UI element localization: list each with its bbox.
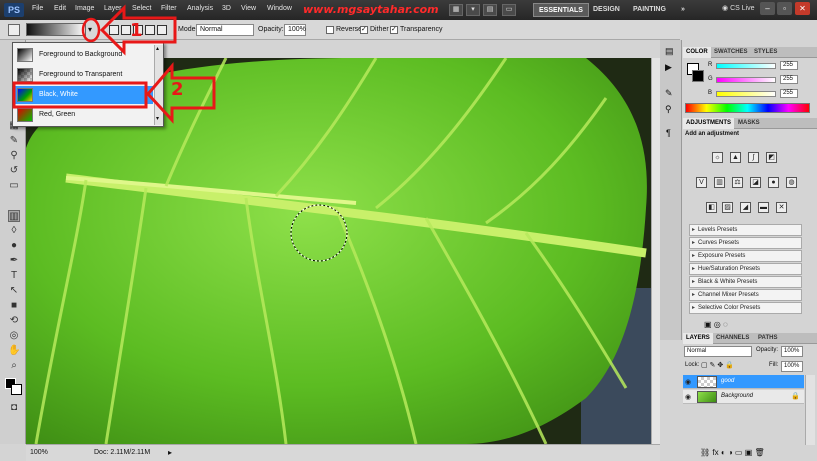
clone-source-icon[interactable]: ⚲: [665, 104, 672, 115]
color-spectrum-bar[interactable]: [685, 103, 810, 113]
layer-name: Background: [721, 393, 754, 399]
layers-panel-tabs: LAYERS CHANNELS PATHS: [683, 333, 817, 344]
collapsed-panel-strip: ▤ ▶ ✎ ⚲ ¶: [660, 40, 682, 340]
preset-selective-color[interactable]: Selective Color Presets: [689, 302, 802, 314]
preset-exposure[interactable]: Exposure Presets: [689, 250, 802, 262]
exposure-icon[interactable]: ◩: [766, 152, 777, 163]
black-white-icon[interactable]: ◪: [750, 177, 761, 188]
preset-hue-saturation[interactable]: Hue/Saturation Presets: [689, 263, 802, 275]
tab-layers[interactable]: LAYERS: [683, 333, 713, 344]
adjustment-panel-footer-icons[interactable]: ▣ ◎ ◌: [704, 320, 728, 329]
history-panel-icon[interactable]: ▤: [665, 46, 674, 57]
adjustments-panel-tabs: ADJUSTMENTS MASKS: [683, 118, 817, 129]
brightness-icon[interactable]: ☼: [712, 152, 723, 163]
tab-masks[interactable]: MASKS: [735, 118, 763, 129]
layer-opacity-label: Opacity:: [756, 347, 779, 353]
vibrance-icon[interactable]: V: [696, 177, 707, 188]
adjustments-title: Add an adjustment: [685, 131, 740, 137]
fill-label: Fill:: [769, 362, 779, 368]
tab-channels[interactable]: CHANNELS: [713, 333, 752, 344]
green-value[interactable]: 255: [780, 75, 798, 84]
actions-panel-icon[interactable]: ▶: [665, 62, 672, 73]
invert-icon[interactable]: ◧: [706, 202, 717, 213]
preset-black-white[interactable]: Black & White Presets: [689, 276, 802, 288]
lock-icons[interactable]: ▢ ✎ ✥ 🔒: [701, 361, 734, 369]
tab-adjustments[interactable]: ADJUSTMENTS: [683, 118, 735, 129]
levels-icon[interactable]: ▲: [730, 152, 741, 163]
visibility-eye-icon[interactable]: ◉: [685, 378, 691, 386]
red-slider[interactable]: [716, 63, 776, 69]
lock-label: Lock:: [685, 362, 700, 368]
annotation-circle: [81, 17, 101, 43]
paragraph-panel-icon[interactable]: ¶: [666, 128, 671, 138]
green-slider[interactable]: [716, 77, 776, 83]
blue-label: B: [708, 90, 713, 96]
layer-name: good: [721, 378, 735, 384]
layers-scrollbar[interactable]: [805, 375, 815, 445]
threshold-icon[interactable]: ◢: [740, 202, 751, 213]
layers-footer-icons[interactable]: ⛓ fx ◐ ◑ ▭ ▣ 🗑: [700, 448, 765, 457]
gradient-map-icon[interactable]: ▬: [758, 202, 769, 213]
red-label: R: [708, 62, 713, 68]
channel-mixer-icon[interactable]: ◍: [786, 177, 797, 188]
layer-opacity-input[interactable]: 100%: [781, 346, 803, 357]
photo-filter-icon[interactable]: ●: [768, 177, 779, 188]
preset-levels[interactable]: Levels Presets: [689, 224, 802, 236]
layer-background[interactable]: ◉ Background 🔒: [683, 390, 804, 404]
annotation-number-1: 1: [130, 20, 143, 41]
preset-curves[interactable]: Curves Presets: [689, 237, 802, 249]
color-bg-swatch[interactable]: [692, 70, 704, 82]
lock-icon: 🔒: [791, 393, 800, 400]
layer-thumbnail: [697, 391, 717, 403]
tab-styles[interactable]: STYLES: [751, 47, 780, 58]
selective-color-icon[interactable]: ✕: [776, 202, 787, 213]
green-label: G: [708, 76, 713, 82]
blue-value[interactable]: 255: [780, 89, 798, 98]
hue-saturation-icon[interactable]: ▥: [714, 177, 725, 188]
tab-swatches[interactable]: SWATCHES: [711, 47, 751, 58]
annotation-number-2: 2: [171, 79, 184, 100]
layer-blend-mode-select[interactable]: Normal: [684, 346, 752, 357]
color-panel-tabs: COLOR SWATCHES STYLES: [683, 47, 817, 58]
layer-thumbnail: [697, 376, 717, 388]
red-value[interactable]: 255: [780, 61, 798, 70]
blue-slider[interactable]: [716, 91, 776, 97]
tab-paths[interactable]: PATHS: [755, 333, 780, 344]
layer-good[interactable]: ◉ good: [683, 375, 804, 389]
curves-icon[interactable]: ∫: [748, 152, 759, 163]
tab-color[interactable]: COLOR: [683, 47, 711, 58]
brush-panel-icon[interactable]: ✎: [665, 88, 673, 99]
preset-channel-mixer[interactable]: Channel Mixer Presets: [689, 289, 802, 301]
posterize-icon[interactable]: ▨: [722, 202, 733, 213]
visibility-eye-icon[interactable]: ◉: [685, 393, 691, 401]
fill-input[interactable]: 100%: [781, 361, 803, 372]
color-balance-icon[interactable]: ⚖: [732, 177, 743, 188]
annotation-highlight-box: [12, 81, 148, 109]
